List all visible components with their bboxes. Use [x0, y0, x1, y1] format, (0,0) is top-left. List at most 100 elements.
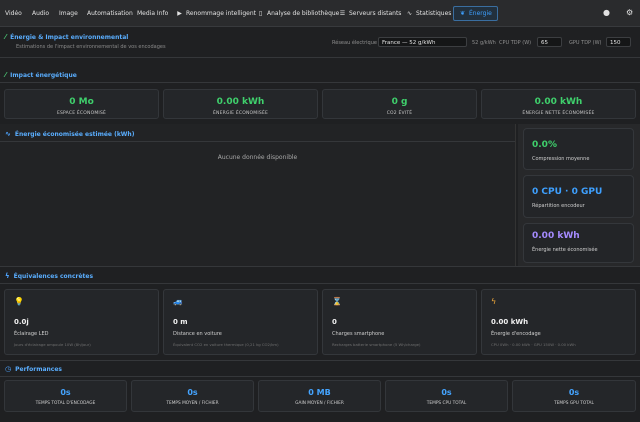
stat-value: 0.00 kWh [534, 97, 583, 107]
eq-label: Distance en voiture [173, 331, 222, 337]
eq-value: 0 [332, 318, 337, 326]
compression-label: Compression moyenne [532, 156, 590, 162]
chart-empty-message: Aucune donnée disponible [217, 154, 298, 161]
nav-audio[interactable]: Audio [32, 7, 49, 20]
perf-label: GAIN MOYEN / FICHIER [295, 401, 344, 406]
perf-card: 0s TEMPS MOYEN / FICHIER [131, 380, 254, 412]
leaf-icon: ❦ [459, 10, 466, 17]
header-title: ⁄ Énergie & Impact environnemental [5, 33, 128, 41]
divider [0, 57, 640, 58]
top-nav: Vidéo Audio Image Automatisation Media I… [0, 0, 640, 27]
chart-line-icon: ∿ [5, 130, 11, 138]
nav-analyse[interactable]: ▯ Analyse de bibliothèque [257, 7, 340, 20]
header-subtitle: Estimations de l'impact environnemental … [16, 44, 166, 50]
impact-title: ⁄ Impact énergétique [5, 71, 77, 79]
stat-card: 0.00 kWh ÉNERGIE ÉCONOMISÉE [163, 89, 318, 119]
perf-value: 0s [441, 388, 452, 397]
divider [0, 376, 640, 377]
eq-description: Équivalent CO2 en voiture thermique (0,2… [173, 342, 279, 347]
grid-select[interactable]: France — 52 g/kWh [378, 37, 467, 47]
nav-video[interactable]: Vidéo [5, 7, 22, 20]
equivalence-card-car: 🚙 0 m Distance en voiture Équivalent CO2… [163, 289, 318, 355]
equivalence-card-encoding: ϟ 0.00 kWh Énergie d'encodage CPU 0Wh · … [481, 289, 636, 355]
lightbulb-icon: 💡 [14, 297, 24, 306]
divider [0, 141, 515, 142]
play-square-icon: ▶ [177, 10, 182, 17]
eq-value: 0 m [173, 318, 188, 326]
nav-renommage[interactable]: ▶ Renommage intelligent [176, 7, 256, 20]
bolt-icon: ϟ [491, 297, 497, 306]
stat-value: 0.00 kWh [216, 97, 265, 107]
performance-title-text: Performances [15, 365, 62, 373]
nav-energie[interactable]: ❦ Énergie [453, 6, 498, 21]
nav-serveurs[interactable]: ☰ Serveurs distants [339, 7, 402, 20]
compression-value: 0.0% [532, 140, 557, 150]
equivalences-title-text: Équivalences concrètes [13, 272, 94, 280]
leaf-icon: ⁄ [5, 33, 7, 41]
user-icon[interactable]: ● [603, 8, 610, 17]
performance-title: ◷ Performances [5, 365, 62, 373]
perf-value: 0s [187, 388, 198, 397]
compression-card: 0.0% Compression moyenne [523, 128, 634, 170]
clock-icon: ◷ [5, 365, 12, 373]
stat-label: ÉNERGIE NETTE ÉCONOMISÉE [522, 111, 595, 116]
gear-icon[interactable]: ⚙ [626, 8, 633, 17]
stat-label: ESPACE ÉCONOMISÉ [56, 111, 107, 116]
eq-description: Jours d'éclairage ampoule 10W (8h/jour) [14, 342, 91, 347]
stat-label: ÉNERGIE ÉCONOMISÉE [212, 111, 269, 116]
chart-title-text: Énergie économisée estimée (kWh) [14, 130, 135, 138]
net-energy-card: 0.00 kWh Énergie nette économisée [523, 223, 634, 263]
server-icon: ☰ [339, 10, 346, 17]
car-icon: 🚙 [173, 297, 183, 306]
encoder-split-value: 0 CPU · 0 GPU [532, 187, 603, 197]
divider [0, 266, 640, 267]
stat-card: 0.00 kWh ÉNERGIE NETTE ÉCONOMISÉE [481, 89, 636, 119]
perf-value: 0s [60, 388, 71, 397]
equivalence-card-smartphone: ⌛ 0 Charges smartphone Recharges batteri… [322, 289, 477, 355]
cpu-tdp-label: CPU TDP (W) [499, 40, 532, 46]
nav-automatisation[interactable]: Automatisation [87, 7, 133, 20]
encoder-split-card: 0 CPU · 0 GPU Répartition encodeur [523, 175, 634, 218]
perf-value: 0 MB [308, 388, 331, 397]
gpu-tdp-label: GPU TDP (W) [569, 40, 602, 46]
grid-label: Réseau électrique [332, 40, 377, 46]
stat-label: CO2 ÉVITÉ [386, 111, 413, 116]
equivalence-card-led: 💡 0.0j Éclairage LED Jours d'éclairage a… [4, 289, 159, 355]
nav-media-info[interactable]: Media Info [137, 7, 168, 20]
perf-label: TEMPS TOTAL D'ENCODAGE [35, 401, 96, 406]
eq-description: Recharges batterie smartphone (5 Wh/char… [332, 342, 421, 347]
nav-energie-label: Énergie [469, 10, 492, 17]
perf-label: TEMPS CPU TOTAL [426, 401, 467, 406]
eq-label: Énergie d'encodage [491, 331, 541, 337]
book-icon: ▯ [258, 10, 263, 17]
chart-title: ∿ Énergie économisée estimée (kWh) [5, 130, 134, 138]
nav-renommage-label: Renommage intelligent [186, 10, 257, 17]
hourglass-icon: ⌛ [332, 297, 342, 306]
perf-card: 0s TEMPS TOTAL D'ENCODAGE [4, 380, 127, 412]
gpu-tdp-input[interactable]: 150 [606, 37, 631, 47]
cpu-tdp-input[interactable]: 65 [537, 37, 562, 47]
net-energy-value: 0.00 kWh [532, 231, 580, 241]
encoder-split-label: Répartition encodeur [532, 203, 585, 209]
nav-image[interactable]: Image [59, 7, 78, 20]
perf-card: 0s TEMPS CPU TOTAL [385, 380, 508, 412]
chart-line-icon: ∿ [406, 10, 413, 17]
divider [0, 82, 640, 83]
nav-statistiques[interactable]: ∿ Statistiques [406, 7, 451, 20]
net-energy-label: Énergie nette économisée [532, 247, 598, 253]
eq-value: 0.0j [14, 318, 29, 326]
perf-label: TEMPS GPU TOTAL [554, 401, 594, 406]
stat-value: 0 Mo [69, 97, 94, 107]
bolt-icon: ϟ [5, 272, 10, 280]
header-title-text: Énergie & Impact environnemental [10, 33, 129, 41]
impact-title-text: Impact énergétique [10, 71, 77, 79]
stat-card: 0 Mo ESPACE ÉCONOMISÉ [4, 89, 159, 119]
divider [0, 360, 640, 361]
grid-unit: 52 g/kWh [472, 40, 496, 46]
perf-label: TEMPS MOYEN / FICHIER [166, 401, 219, 406]
eq-label: Charges smartphone [332, 331, 385, 337]
nav-statistiques-label: Statistiques [416, 10, 452, 17]
perf-card: 0 MB GAIN MOYEN / FICHIER [258, 380, 381, 412]
eq-label: Éclairage LED [14, 331, 49, 337]
stat-card: 0 g CO2 ÉVITÉ [322, 89, 477, 119]
